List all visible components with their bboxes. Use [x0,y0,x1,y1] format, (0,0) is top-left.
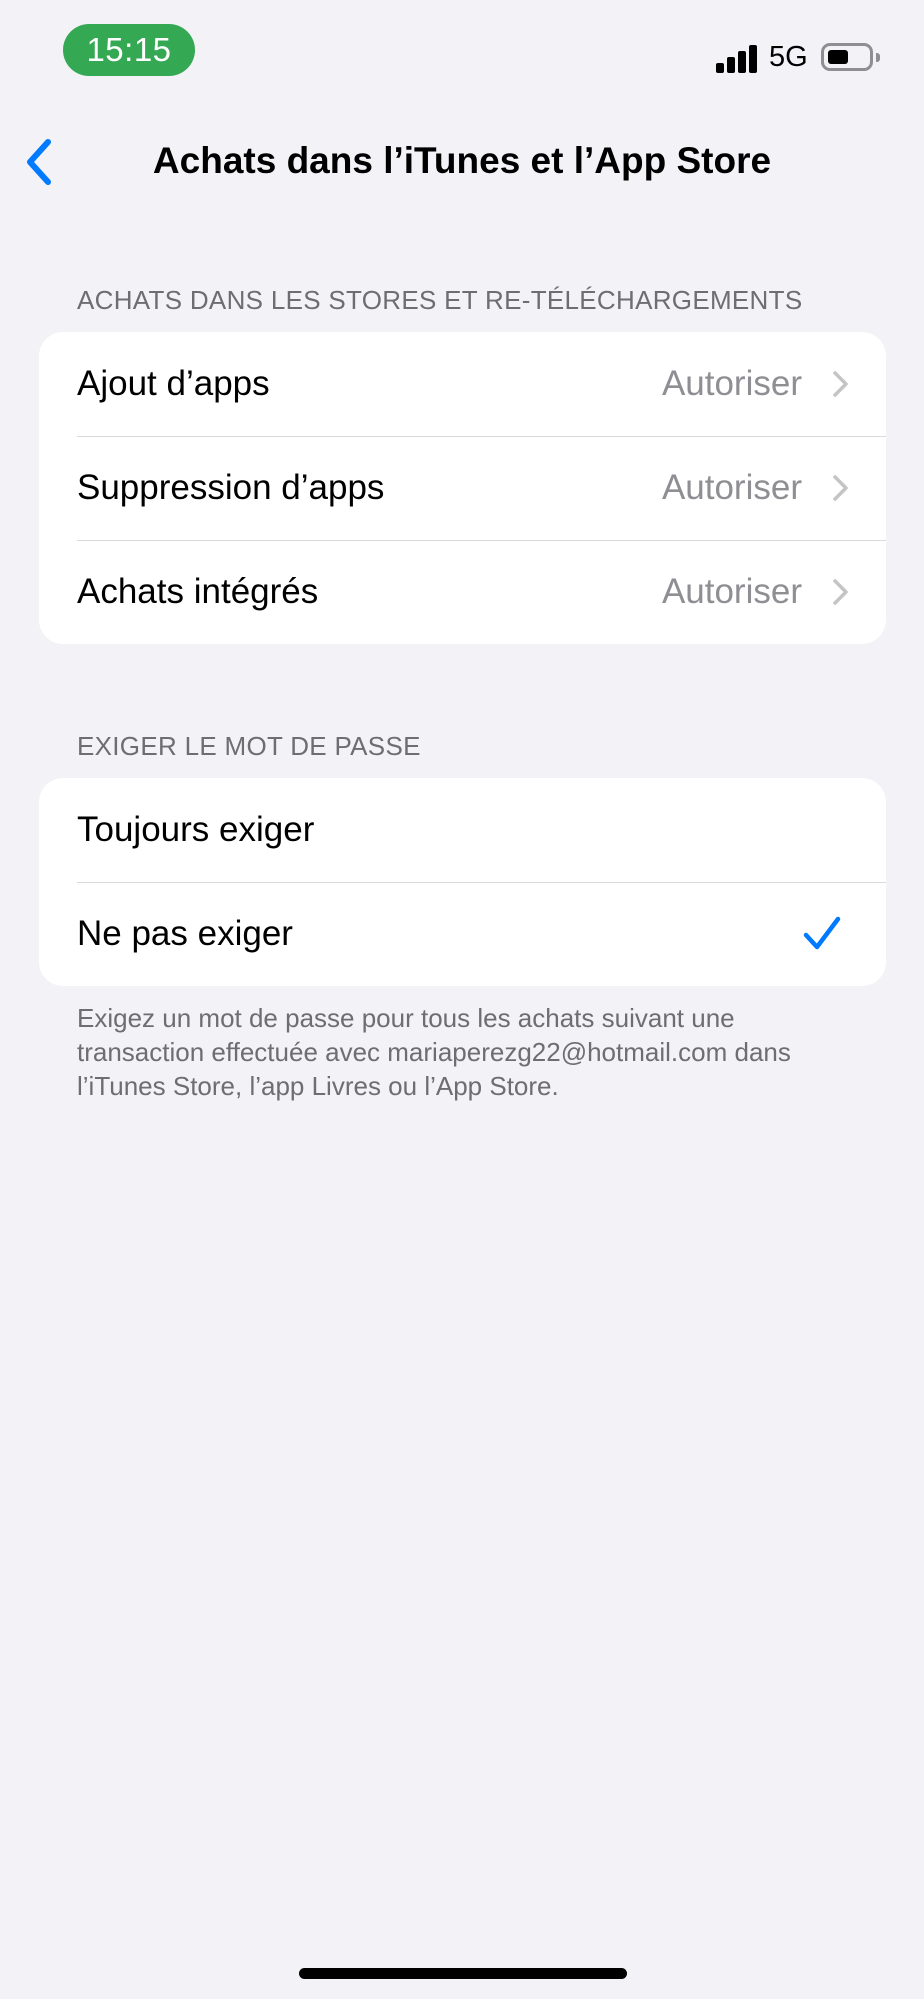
row-achats-integres[interactable]: Achats intégrés Autoriser [39,540,886,644]
option-toujours-exiger[interactable]: Toujours exiger [39,778,886,882]
signal-icon [716,45,758,73]
row-label: Suppression d’apps [77,468,385,507]
row-value: Autoriser [661,468,802,507]
row-ajout-apps[interactable]: Ajout d’apps Autoriser [39,332,886,436]
option-ne-pas-exiger[interactable]: Ne pas exiger [39,882,886,986]
row-label: Toujours exiger [77,810,315,849]
section-header-password: EXIGER LE MOT DE PASSE [77,731,421,761]
network-type: 5G [769,41,808,73]
row-label: Ajout d’apps [77,364,270,403]
footer-note: Exigez un mot de passe pour tous les ach… [77,1003,791,1101]
password-settings-group: Toujours exiger Ne pas exiger [39,778,886,986]
row-label: Ne pas exiger [77,914,293,953]
chevron-right-icon [833,579,848,605]
store-settings-group: Ajout d’apps Autoriser Suppression d’app… [39,332,886,644]
section-header-store: ACHATS DANS LES STORES ET RE-TÉLÉCHARGEM… [77,285,803,315]
home-indicator [299,1968,627,1979]
status-bar: 15:15 5G [0,0,924,100]
row-value: Autoriser [661,364,802,403]
navigation-bar: Achats dans l’iTunes et l’App Store [0,120,924,210]
row-value: Autoriser [661,572,802,611]
chevron-right-icon [833,475,848,501]
battery-icon [821,43,880,71]
checkmark-icon [803,916,841,950]
status-time: 15:15 [63,24,195,76]
page-title: Achats dans l’iTunes et l’App Store [152,140,772,181]
row-label: Achats intégrés [77,572,319,611]
chevron-right-icon [833,371,848,397]
row-suppression-apps[interactable]: Suppression d’apps Autoriser [39,436,886,540]
